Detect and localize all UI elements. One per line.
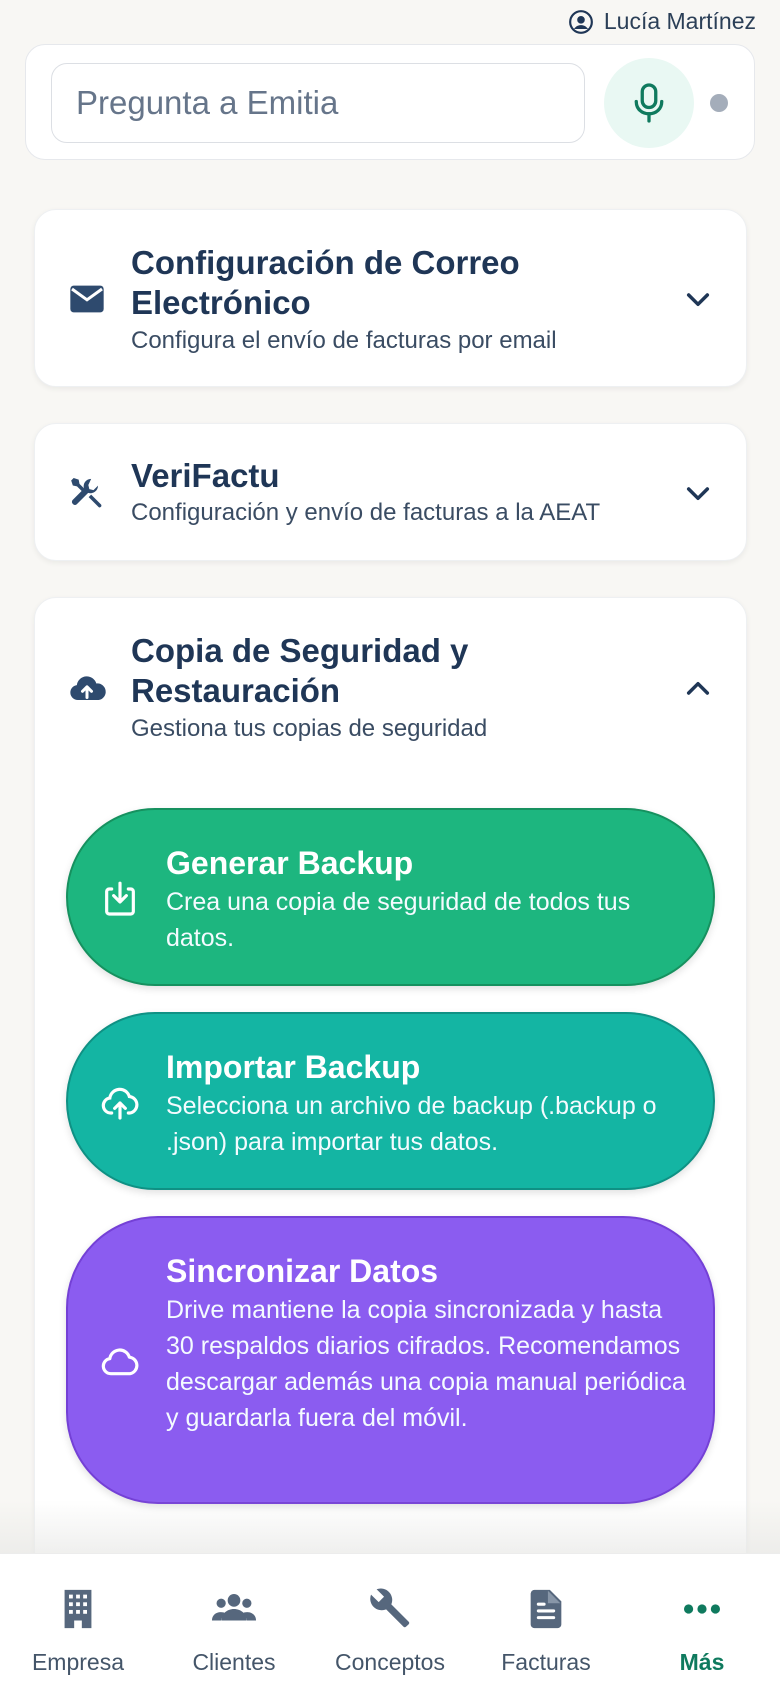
action-description: Drive mantiene la copia sincronizada y h… [166, 1296, 686, 1432]
nav-item-conceptos[interactable]: Conceptos [312, 1554, 468, 1688]
building-icon [64, 1589, 92, 1629]
nav-label: Empresa [31, 1649, 125, 1675]
mail-icon [65, 277, 109, 321]
nav-label: Clientes [192, 1649, 276, 1675]
action-description: Crea una copia de seguridad de todos tus… [166, 888, 631, 952]
nav-label: Más [679, 1649, 725, 1675]
assistant-bar [25, 44, 755, 160]
bottom-navigation: Empresa Clientes Conceptos Facturas Más [0, 1553, 780, 1688]
cloud-icon [101, 1348, 139, 1376]
sync-data-button[interactable]: Sincronizar Datos Drive mantiene la copi… [66, 1216, 715, 1504]
cloud-upload-icon [65, 668, 109, 712]
nav-item-clientes[interactable]: Clientes [156, 1554, 312, 1688]
document-icon [530, 1589, 562, 1629]
chevron-up-icon[interactable] [682, 673, 714, 705]
nav-label: Facturas [501, 1649, 591, 1675]
nav-item-facturas[interactable]: Facturas [468, 1554, 624, 1688]
section-title: Copia de Seguridad y Restauración [131, 632, 469, 709]
section-title: Configuración de Correo Electrónico [131, 244, 520, 321]
section-subtitle: Configuración y envío de facturas a la A… [131, 499, 601, 526]
section-title: VeriFactu [131, 457, 280, 494]
nav-label: Conceptos [335, 1649, 445, 1675]
more-icon [683, 1604, 721, 1614]
section-email-config[interactable]: Configuración de Correo Electrónico Conf… [34, 209, 747, 387]
microphone-icon [634, 83, 664, 123]
chevron-down-icon[interactable] [682, 477, 714, 509]
download-icon [105, 881, 135, 916]
generate-backup-button[interactable]: Generar Backup Crea una copia de segurid… [66, 808, 715, 986]
action-description: Selecciona un archivo de backup (.backup… [166, 1092, 657, 1156]
chevron-down-icon[interactable] [682, 283, 714, 315]
status-dot [710, 94, 728, 112]
scroll-fade [0, 1500, 780, 1555]
action-title: Importar Backup [166, 1049, 421, 1085]
cloud-upload-outline-icon [101, 1087, 139, 1120]
action-title: Sincronizar Datos [166, 1253, 439, 1289]
people-icon [211, 1594, 257, 1621]
section-subtitle: Configura el envío de facturas por email [131, 327, 557, 354]
mic-button[interactable] [604, 58, 694, 148]
section-subtitle: Gestiona tus copias de seguridad [131, 715, 488, 742]
ask-input[interactable] [51, 63, 585, 143]
wrench-icon [370, 1588, 410, 1628]
section-verifactu[interactable]: VeriFactu Configuración y envío de factu… [34, 423, 747, 561]
nav-item-empresa[interactable]: Empresa [0, 1554, 156, 1688]
tools-icon [65, 471, 109, 515]
user-avatar-icon [568, 9, 593, 34]
user-menu[interactable]: Lucía Martínez [568, 8, 756, 35]
import-backup-button[interactable]: Importar Backup Selecciona un archivo de… [66, 1012, 715, 1190]
action-title: Generar Backup [166, 845, 414, 881]
nav-item-mas[interactable]: Más [624, 1554, 780, 1688]
user-name: Lucía Martínez [603, 8, 756, 34]
